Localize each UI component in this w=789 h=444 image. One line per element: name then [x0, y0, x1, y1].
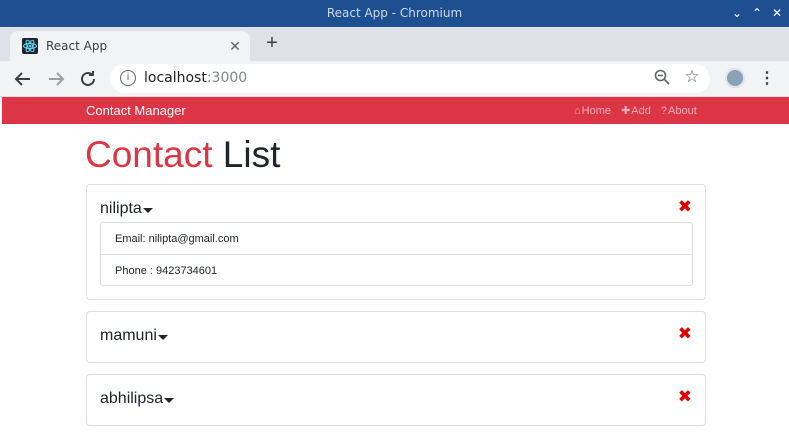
star-icon[interactable]: ☆ — [682, 67, 702, 87]
delete-contact-icon[interactable]: ✖ — [678, 324, 692, 344]
nav-links: ⌂Home ✚Add ?About — [574, 104, 704, 117]
new-tab-button[interactable]: + — [260, 32, 284, 56]
contact-card: nilipta ✖ Email: nilipta@gmail.com Phone… — [86, 184, 706, 300]
tab-title: React App — [46, 39, 108, 53]
nav-add-link[interactable]: ✚Add — [621, 105, 651, 117]
back-arrow-icon[interactable] — [11, 67, 35, 91]
minimize-icon[interactable]: ⌄ — [729, 5, 745, 21]
profile-avatar[interactable] — [725, 68, 745, 88]
window-title: React App - Chromium — [326, 6, 463, 20]
address-bar[interactable]: i localhost:3000 ☆ — [110, 64, 710, 93]
browser-toolbar: i localhost:3000 ☆ ⋮ — [0, 61, 789, 97]
nav-about-link[interactable]: ?About — [661, 105, 697, 117]
app-navbar: Contact Manager ⌂Home ✚Add ?About — [2, 97, 789, 124]
page-title: Contact List — [85, 134, 281, 175]
info-icon[interactable]: i — [120, 70, 136, 86]
caret-down-icon — [157, 335, 168, 340]
close-tab-icon[interactable]: ✕ — [226, 37, 244, 55]
contact-phone: Phone : 9423734601 — [101, 254, 692, 285]
contact-name-toggle[interactable]: abhilipsa — [100, 390, 175, 408]
browser-tab[interactable]: React App ✕ — [10, 31, 250, 61]
nav-home-link[interactable]: ⌂Home — [574, 105, 611, 117]
caret-down-icon — [164, 398, 175, 403]
caret-down-icon — [142, 208, 153, 213]
contact-card: mamuni ✖ — [86, 311, 706, 363]
contact-card: abhilipsa ✖ — [86, 374, 706, 426]
window-titlebar: React App - Chromium ⌄ ⌃ ✕ — [0, 0, 789, 27]
close-window-icon[interactable]: ✕ — [769, 5, 785, 21]
zoom-icon[interactable] — [652, 68, 672, 88]
contact-name-toggle[interactable]: nilipta — [100, 200, 153, 218]
url-text[interactable]: localhost:3000 — [144, 70, 247, 86]
brand-link[interactable]: Contact Manager — [86, 103, 186, 118]
plus-icon: ✚ — [621, 105, 631, 117]
menu-icon[interactable]: ⋮ — [758, 67, 776, 91]
maximize-icon[interactable]: ⌃ — [749, 5, 765, 21]
delete-contact-icon[interactable]: ✖ — [678, 387, 692, 407]
question-icon: ? — [660, 105, 668, 117]
react-logo-icon — [22, 38, 38, 54]
contact-name-toggle[interactable]: mamuni — [100, 327, 168, 345]
home-icon: ⌂ — [574, 105, 581, 117]
tab-strip: React App ✕ + — [0, 27, 789, 61]
forward-arrow-icon[interactable] — [44, 67, 68, 91]
contact-details-list: Email: nilipta@gmail.com Phone : 9423734… — [100, 222, 693, 286]
contact-email: Email: nilipta@gmail.com — [115, 233, 239, 245]
delete-contact-icon[interactable]: ✖ — [678, 197, 692, 217]
reload-icon[interactable] — [76, 67, 100, 91]
